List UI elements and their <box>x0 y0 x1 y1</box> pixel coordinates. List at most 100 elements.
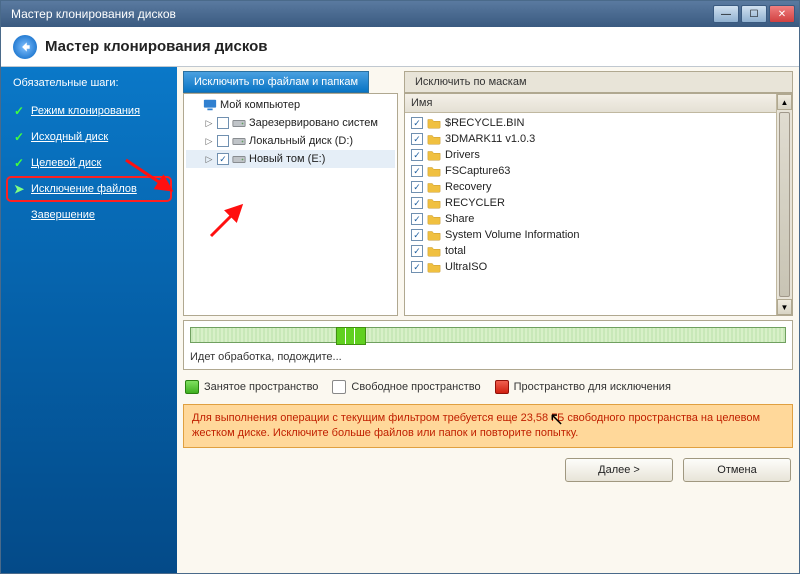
list-label: Recovery <box>445 181 491 193</box>
drive-icon <box>232 116 246 130</box>
tree-label: Локальный диск (D:) <box>249 135 353 147</box>
list-column-name[interactable]: Имя <box>405 94 776 113</box>
legend-free: Свободное пространство <box>332 380 480 394</box>
tree-label: Зарезервировано систем <box>249 117 378 129</box>
folder-icon <box>427 116 441 130</box>
checkbox[interactable] <box>411 245 423 257</box>
sidebar: Обязательные шаги: Режим клонированияИсх… <box>1 67 177 573</box>
window: Мастер клонирования дисков — ☐ ✕ Мастер … <box>0 0 800 574</box>
step-status-icon <box>13 131 25 143</box>
expander-icon[interactable] <box>190 100 200 110</box>
sidebar-step[interactable]: Целевой диск <box>9 153 169 173</box>
tree-item[interactable]: ▷ Зарезервировано систем <box>186 114 395 132</box>
checkbox[interactable] <box>411 261 423 273</box>
list-label: $RECYCLE.BIN <box>445 117 524 129</box>
folder-icon <box>427 228 441 242</box>
sidebar-step[interactable]: Исключение файлов <box>9 179 169 199</box>
step-label: Исключение файлов <box>31 183 137 195</box>
list-item[interactable]: 3DMARK11 v1.0.3 <box>407 131 774 147</box>
checkbox[interactable] <box>411 117 423 129</box>
tab-exclude-by-masks[interactable]: Исключить по маскам <box>404 71 793 93</box>
scroll-down-button[interactable]: ▼ <box>777 299 792 315</box>
list-item[interactable]: Share <box>407 211 774 227</box>
maximize-button[interactable]: ☐ <box>741 5 767 23</box>
folder-icon <box>427 212 441 226</box>
cancel-button[interactable]: Отмена <box>683 458 791 482</box>
sidebar-step[interactable]: Исходный диск <box>9 127 169 147</box>
step-label: Целевой диск <box>31 157 101 169</box>
legend: Занятое пространство Свободное пространс… <box>183 374 793 400</box>
list-item[interactable]: System Volume Information <box>407 227 774 243</box>
list-item[interactable]: RECYCLER <box>407 195 774 211</box>
checkbox[interactable] <box>217 135 229 147</box>
scroll-up-button[interactable]: ▲ <box>777 94 792 110</box>
window-title: Мастер клонирования дисков <box>5 7 176 21</box>
tree-body[interactable]: Мой компьютер ▷ Зарезервировано систем ▷ Лок… <box>184 94 397 315</box>
expander-icon[interactable]: ▷ <box>204 136 214 146</box>
drive-icon <box>232 152 246 166</box>
folder-icon <box>427 148 441 162</box>
list-item[interactable]: FSCapture63 <box>407 163 774 179</box>
tabs-left: Исключить по файлам и папкам <box>183 71 398 93</box>
step-status-icon <box>13 209 25 221</box>
list-item[interactable]: $RECYCLE.BIN <box>407 115 774 131</box>
wizard-title: Мастер клонирования дисков <box>45 38 268 55</box>
folder-icon <box>427 260 441 274</box>
legend-excluded: Пространство для исключения <box>495 380 671 394</box>
tree-item[interactable]: ▷Новый том (E:) <box>186 150 395 168</box>
scrollbar-vertical[interactable]: ▲ ▼ <box>776 94 792 315</box>
checkbox[interactable] <box>411 181 423 193</box>
expander-icon[interactable]: ▷ <box>204 118 214 128</box>
tree-item[interactable]: ▷ Локальный диск (D:) <box>186 132 395 150</box>
list-item[interactable]: Drivers <box>407 147 774 163</box>
tree-root[interactable]: Мой компьютер <box>186 96 395 114</box>
checkbox[interactable] <box>411 197 423 209</box>
list-label: Drivers <box>445 149 480 161</box>
checkbox[interactable] <box>411 213 423 225</box>
swatch-red-icon <box>495 380 509 394</box>
step-label: Исходный диск <box>31 131 108 143</box>
minimize-button[interactable]: — <box>713 5 739 23</box>
scroll-thumb[interactable] <box>779 112 790 297</box>
checkbox[interactable] <box>411 149 423 161</box>
list-body[interactable]: $RECYCLE.BIN 3DMARK11 v1.0.3 Drivers FSCapt… <box>405 113 776 315</box>
drive-icon <box>232 134 246 148</box>
legend-used: Занятое пространство <box>185 380 318 394</box>
progress-bar <box>190 327 786 343</box>
titlebar[interactable]: Мастер клонирования дисков — ☐ ✕ <box>1 1 799 27</box>
progress-blocks <box>336 327 366 345</box>
checkbox[interactable] <box>411 165 423 177</box>
tabs-right: Исключить по маскам <box>404 71 793 93</box>
wizard-body: Обязательные шаги: Режим клонированияИсх… <box>1 67 799 573</box>
checkbox[interactable] <box>217 153 229 165</box>
next-button[interactable]: Далее > <box>565 458 673 482</box>
back-icon[interactable] <box>13 35 37 59</box>
wizard-header: Мастер клонирования дисков <box>1 27 799 67</box>
list-label: System Volume Information <box>445 229 580 241</box>
checkbox[interactable] <box>217 117 229 129</box>
folder-icon <box>427 196 441 210</box>
checkbox[interactable] <box>411 133 423 145</box>
panels: Исключить по файлам и папкам Мой компьют… <box>183 71 793 316</box>
swatch-green-icon <box>185 380 199 394</box>
expander-icon[interactable]: ▷ <box>204 154 214 164</box>
window-controls: — ☐ ✕ <box>713 5 795 23</box>
list-item[interactable]: total <box>407 243 774 259</box>
close-button[interactable]: ✕ <box>769 5 795 23</box>
progress-area: Идет обработка, подождите... <box>183 320 793 370</box>
list-item[interactable]: Recovery <box>407 179 774 195</box>
sidebar-step[interactable]: Режим клонирования <box>9 101 169 121</box>
list-label: FSCapture63 <box>445 165 510 177</box>
warning-message: Для выполнения операции с текущим фильтр… <box>183 404 793 448</box>
progress-label: Идет обработка, подождите... <box>190 351 786 363</box>
list-item[interactable]: UltraISO <box>407 259 774 275</box>
tab-exclude-by-files[interactable]: Исключить по файлам и папкам <box>183 71 369 93</box>
list-label: Share <box>445 213 474 225</box>
folder-icon <box>427 244 441 258</box>
sidebar-step[interactable]: Завершение <box>9 205 169 225</box>
checkbox[interactable] <box>411 229 423 241</box>
folder-icon <box>427 180 441 194</box>
list-label: RECYCLER <box>445 197 505 209</box>
folder-icon <box>427 132 441 146</box>
swatch-white-icon <box>332 380 346 394</box>
